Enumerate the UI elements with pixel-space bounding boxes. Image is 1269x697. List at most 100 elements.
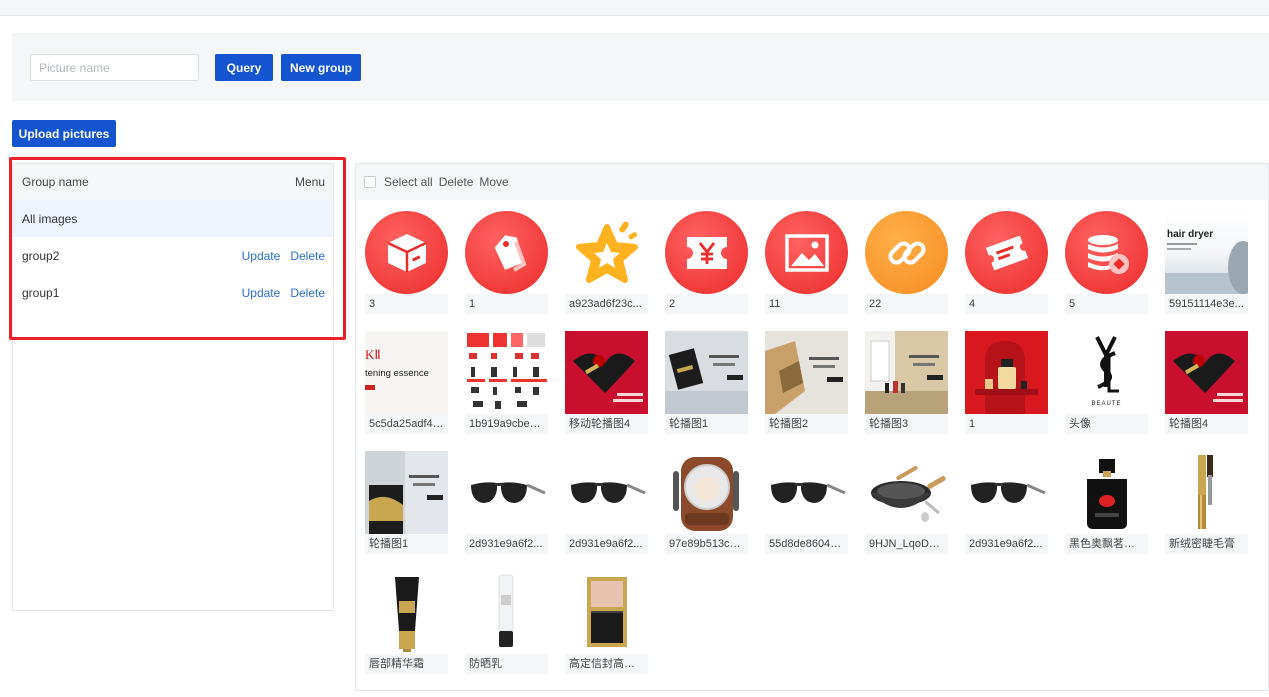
image-tile[interactable]: 轮播图3 [865, 331, 948, 434]
select-all-checkbox[interactable] [364, 176, 376, 188]
delete-group2-link[interactable]: Delete [290, 249, 325, 263]
image-tile[interactable]: 55d8de86047... [765, 451, 848, 554]
image-tile[interactable]: hair dryer 59151114e3e... [1165, 211, 1248, 314]
carousel-gold-image [765, 331, 848, 414]
image-tile[interactable]: a923ad6f23c... [565, 211, 648, 314]
images-panel: Select all Delete Move 3 1 a923ad6f23c... 2… [355, 163, 1269, 691]
box-icon [365, 211, 448, 294]
image-tile[interactable]: 2d931e9a6f2... [965, 451, 1048, 554]
image-tile[interactable]: 轮播图1 [365, 451, 448, 554]
groups-panel: Group name Menu All images group2 Update… [12, 163, 334, 611]
yen-ticket-icon [665, 211, 748, 294]
image-caption: 55d8de86047... [765, 534, 848, 554]
delete-group1-link[interactable]: Delete [290, 286, 325, 300]
groups-header: Group name Menu [13, 164, 333, 200]
query-button[interactable]: Query [215, 54, 273, 81]
image-tile[interactable]: 11 [765, 211, 848, 314]
move-selected-button[interactable]: Move [479, 175, 508, 189]
image-caption: 1 [465, 294, 548, 314]
image-tile[interactable]: 1b919a9cbee... [465, 331, 548, 434]
group-row-group2[interactable]: group2 Update Delete [13, 237, 333, 274]
tag-icon [465, 211, 548, 294]
gift-box-image [1165, 331, 1248, 414]
image-tile[interactable]: 新绒密睫毛膏 [1165, 451, 1248, 554]
image-tile[interactable]: 防晒乳 [465, 571, 548, 674]
images-toolbar: Select all Delete Move [356, 164, 1268, 200]
wok-image [865, 451, 948, 534]
image-tile[interactable]: 2d931e9a6f2... [465, 451, 548, 554]
lip-tube-image [365, 571, 448, 654]
carousel-store-image [865, 331, 948, 414]
image-caption: 1 [965, 414, 1048, 434]
link-icon [865, 211, 948, 294]
coupon-icon [965, 211, 1048, 294]
image-tile[interactable]: 唇部精华霜 [365, 571, 448, 674]
image-tile[interactable]: 1 [965, 331, 1048, 434]
coins-icon [1065, 211, 1148, 294]
image-caption: 97e89b513cc... [665, 534, 748, 554]
group-name: All images [22, 211, 78, 226]
image-caption: 新绒密睫毛膏 [1165, 534, 1248, 554]
perfume-red-image [965, 331, 1048, 414]
image-tile[interactable]: 2 [665, 211, 748, 314]
group-row-group1[interactable]: group1 Update Delete [13, 274, 333, 311]
essence-banner: KⅡ tening essence [365, 331, 448, 414]
update-group1-link[interactable]: Update [242, 286, 281, 300]
sunscreen-image [465, 571, 548, 654]
image-grid: 3 1 a923ad6f23c... 2 11 22 4 5 hair dryer 59151… [365, 211, 1248, 674]
sunglasses-image [965, 451, 1048, 534]
new-group-button[interactable]: New group [281, 54, 361, 81]
image-tile[interactable]: 3 [365, 211, 448, 314]
select-all-label[interactable]: Select all [384, 175, 433, 189]
image-tile[interactable]: BEAUTE 头像 [1065, 331, 1148, 434]
image-caption: a923ad6f23c... [565, 294, 648, 314]
sunglasses-image [565, 451, 648, 534]
image-tile[interactable]: 22 [865, 211, 948, 314]
image-caption: 22 [865, 294, 948, 314]
image-caption: 唇部精华霜 [365, 654, 448, 674]
picture-icon [765, 211, 848, 294]
image-caption: 2d931e9a6f2... [465, 534, 548, 554]
mascara-image [1165, 451, 1248, 534]
image-caption: 11 [765, 294, 848, 314]
gift-box-image [565, 331, 648, 414]
image-caption: 移动轮播图4 [565, 414, 648, 434]
delete-selected-button[interactable]: Delete [439, 175, 474, 189]
image-tile[interactable]: 移动轮播图4 [565, 331, 648, 434]
image-tile[interactable]: 1 [465, 211, 548, 314]
image-tile[interactable]: 9HJN_LqoD_... [865, 451, 948, 554]
image-tile[interactable]: KⅡ tening essence 5c5da25adf4f... [365, 331, 448, 434]
image-caption: 1b919a9cbee... [465, 414, 548, 434]
image-caption: 2d931e9a6f2... [965, 534, 1048, 554]
image-tile[interactable]: 2d931e9a6f2... [565, 451, 648, 554]
image-tile[interactable]: 轮播图4 [1165, 331, 1248, 434]
image-tile[interactable]: 黑色奥飘茗女... [1065, 451, 1148, 554]
perfume-black-image [1065, 451, 1148, 534]
search-bar: Query New group [12, 33, 1269, 101]
image-caption: 2 [665, 294, 748, 314]
image-tile[interactable]: 轮播图2 [765, 331, 848, 434]
group-name: group2 [22, 248, 60, 263]
image-tile[interactable]: 5 [1065, 211, 1148, 314]
image-caption: 3 [365, 294, 448, 314]
group-name: group1 [22, 285, 60, 300]
ysl-logo: BEAUTE [1065, 331, 1148, 414]
sunglasses-image [765, 451, 848, 534]
image-caption: 高定信封高光... [565, 654, 648, 674]
product-sheet-image [465, 331, 548, 414]
update-group2-link[interactable]: Update [242, 249, 281, 263]
group-name-header: Group name [22, 175, 89, 189]
menu-header: Menu [294, 175, 325, 189]
image-tile[interactable]: 高定信封高光... [565, 571, 648, 674]
group-row-all-images[interactable]: All images [13, 200, 333, 237]
image-tile[interactable]: 97e89b513cc... [665, 451, 748, 554]
image-tile[interactable]: 轮播图1 [665, 331, 748, 434]
image-caption: 轮播图4 [1165, 414, 1248, 434]
image-caption: 5c5da25adf4f... [365, 414, 448, 434]
image-tile[interactable]: 4 [965, 211, 1048, 314]
picture-name-input[interactable] [30, 54, 199, 81]
upload-pictures-button[interactable]: Upload pictures [12, 120, 116, 147]
cat-backpack-image [665, 451, 748, 534]
image-caption: 轮播图1 [365, 534, 448, 554]
image-caption: 轮播图2 [765, 414, 848, 434]
